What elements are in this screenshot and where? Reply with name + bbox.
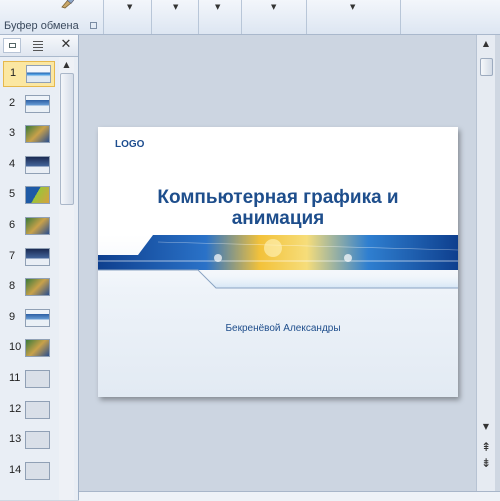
slide-thumbnail[interactable]	[25, 400, 50, 419]
outline-tab[interactable]	[30, 39, 46, 52]
ribbon-dropdown-2[interactable]: ▼	[151, 0, 199, 34]
scroll-thumb[interactable]	[480, 58, 493, 76]
slide-number: 3	[9, 127, 16, 140]
dropdown-arrow-icon[interactable]: ▼	[127, 3, 132, 11]
scroll-up-icon[interactable]: ▲	[59, 57, 74, 72]
format-painter-icon[interactable]	[60, 0, 74, 9]
slide-thumbnail[interactable]	[25, 308, 50, 327]
slide-thumbnail[interactable]	[25, 155, 50, 174]
main-scrollbar[interactable]: ▲ ▼ ⇞ ⇟	[476, 35, 495, 491]
slide-number: 5	[9, 188, 16, 201]
slide-number: 10	[9, 341, 22, 354]
slide-thumbnail[interactable]	[25, 94, 50, 113]
slide-thumbnail-item[interactable]: 8	[3, 275, 55, 301]
slides-panel: ✕ 1 2 3 4 5 6 7 8 9 10 11 12 13 14 ▲	[0, 35, 79, 500]
slide-number: 12	[9, 402, 22, 415]
slide-number: 11	[9, 372, 21, 384]
ribbon-dropdown-4[interactable]: ▼	[241, 0, 307, 34]
close-icon[interactable]: ✕	[58, 37, 74, 53]
logo-placeholder[interactable]: LOGO	[115, 139, 144, 150]
slide-number: 7	[9, 249, 16, 262]
ribbon-dropdown-5[interactable]: ▼	[306, 0, 401, 34]
slide-thumbnail-item[interactable]: 2	[3, 92, 55, 118]
previous-slide-icon[interactable]: ⇞	[477, 440, 495, 454]
slide-thumbnail-item[interactable]: 13	[3, 428, 55, 454]
slide-thumbnail[interactable]	[25, 431, 50, 450]
panel-tabs: ✕	[0, 35, 78, 57]
dropdown-arrow-icon[interactable]: ▼	[350, 3, 355, 11]
slide-thumbnail-item[interactable]: 1	[3, 61, 55, 87]
dropdown-arrow-icon[interactable]: ▼	[271, 3, 276, 11]
slide-canvas[interactable]: LOGO Компьютерная графика и анимация Бек…	[98, 127, 458, 397]
panel-scrollbar[interactable]: ▲	[59, 57, 74, 500]
ribbon: Буфер обмена ▼ ▼ ▼ ▼ ▼	[0, 0, 500, 35]
slide-number: 4	[9, 157, 16, 170]
slide-thumbnail[interactable]	[25, 247, 50, 266]
slide-number: 1	[10, 67, 17, 79]
slide-number: 2	[9, 96, 16, 109]
slide-thumbnail-item[interactable]: 9	[3, 306, 55, 332]
slide-thumbnail-item[interactable]: 11	[3, 367, 55, 393]
scroll-down-icon[interactable]: ▼	[477, 422, 495, 431]
slide-number: 13	[9, 433, 22, 446]
slide-number: 6	[9, 219, 16, 231]
slide-thumbnail[interactable]	[25, 217, 50, 235]
scroll-thumb[interactable]	[60, 73, 74, 205]
slide-subtitle[interactable]: Бекренёвой Александры	[98, 323, 458, 334]
slide-thumbnail-item[interactable]: 7	[3, 245, 55, 271]
scroll-up-icon[interactable]: ▲	[477, 39, 495, 48]
clipboard-group-label: Буфер обмена	[4, 20, 79, 32]
dialog-launcher-icon[interactable]	[90, 22, 97, 29]
slide-title-line-1: Компьютерная графика и	[157, 187, 399, 208]
dropdown-arrow-icon[interactable]: ▼	[215, 3, 220, 11]
slide-thumbnail[interactable]	[25, 278, 50, 297]
slide-thumbnail-item[interactable]: 6	[3, 214, 55, 240]
slide-thumbnail[interactable]	[25, 461, 50, 480]
slide-number: 14	[9, 463, 22, 476]
slide-thumbnail-item[interactable]: 4	[3, 153, 55, 179]
slide-number: 9	[9, 310, 16, 323]
slide-number: 8	[9, 280, 16, 293]
slide-title[interactable]: Компьютерная графика и анимация	[98, 187, 458, 229]
dropdown-arrow-icon[interactable]: ▼	[173, 3, 178, 11]
slide-thumbnail-item[interactable]: 3	[3, 122, 55, 148]
slide-editing-area: LOGO Компьютерная графика и анимация Бек…	[79, 35, 476, 491]
slide-thumbnail[interactable]	[25, 186, 50, 205]
slide-title-line-2: анимация	[231, 208, 325, 229]
slide-thumbnail[interactable]	[25, 339, 50, 358]
next-slide-icon[interactable]: ⇟	[477, 456, 495, 470]
slide-thumbnail-item[interactable]: 5	[3, 183, 55, 209]
slide-thumbnail-item[interactable]: 12	[3, 398, 55, 424]
slide-thumbnail-item[interactable]: 10	[3, 336, 55, 362]
slide-thumbnail[interactable]	[25, 125, 50, 144]
clipboard-group: Буфер обмена	[0, 0, 104, 34]
slide-thumbnail-item[interactable]: 14	[3, 459, 55, 485]
ribbon-dropdown-3[interactable]: ▼	[198, 0, 242, 34]
slide-thumbnail[interactable]	[25, 370, 50, 388]
ribbon-dropdown-1[interactable]: ▼	[103, 0, 152, 34]
slide-thumbnail[interactable]	[26, 65, 51, 83]
slides-tab[interactable]	[3, 38, 21, 53]
decorative-banner	[98, 235, 458, 289]
